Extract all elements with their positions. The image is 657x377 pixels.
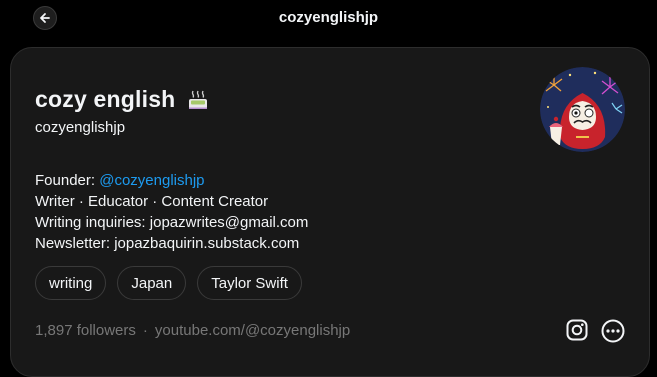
- hot-beverage-icon: [189, 90, 208, 109]
- tag-writing[interactable]: writing: [35, 266, 107, 300]
- top-bar: cozyenglishjp: [0, 0, 657, 36]
- display-name: cozy english: [35, 86, 176, 112]
- separator: ·: [142, 322, 148, 339]
- tag-japan[interactable]: Japan: [117, 266, 187, 300]
- tag-taylor-swift[interactable]: Taylor Swift: [197, 266, 302, 300]
- instagram-button[interactable]: [566, 319, 588, 341]
- external-link[interactable]: youtube.com/@cozyenglishjp: [155, 322, 350, 339]
- founder-label: Founder:: [35, 172, 100, 189]
- daruma-avatar: [540, 67, 625, 152]
- more-options-icon: [601, 319, 625, 343]
- avatar[interactable]: [540, 67, 625, 152]
- profile-footer: 1,897 followers · youtube.com/@cozyengli…: [35, 322, 350, 339]
- bio-inquiries-line: Writing inquiries: jopazwrites@gmail.com: [35, 214, 309, 231]
- username: cozyenglishjp: [35, 119, 126, 136]
- followers-count[interactable]: 1,897 followers: [35, 322, 136, 339]
- name-row: cozy english: [35, 86, 209, 113]
- founder-mention-link[interactable]: @cozyenglishjp: [99, 172, 204, 189]
- bio-roles-line: Writer · Educator · Content Creator: [35, 193, 269, 210]
- bio: Founder: @cozyenglishjp Writer · Educato…: [35, 170, 308, 254]
- bio-founder-line: Founder: @cozyenglishjp: [35, 170, 308, 191]
- page-title: cozyenglishjp: [278, 9, 379, 26]
- bio-newsletter-line: Newsletter: jopazbaquirin.substack.com: [35, 235, 300, 252]
- profile-card: cozy english cozyenglishjp Founder: @coz…: [10, 47, 650, 377]
- instagram-icon: [566, 319, 588, 341]
- more-options-button[interactable]: [601, 319, 625, 343]
- interest-tags: writing Japan Taylor Swift: [35, 266, 302, 300]
